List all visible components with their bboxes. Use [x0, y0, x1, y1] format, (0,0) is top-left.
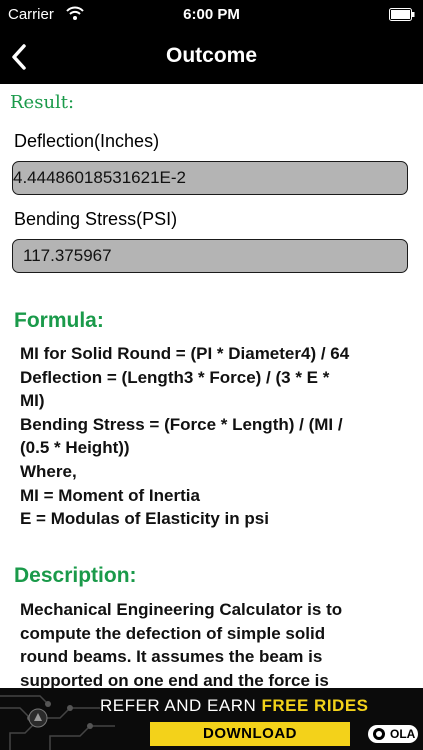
description-line: round beams. It assumes the beam is	[20, 647, 323, 667]
formula-line: E = Modulas of Elasticity in psi	[20, 509, 269, 529]
result-heading: Result:	[10, 92, 75, 113]
description-line: Mechanical Engineering Calculator is to	[20, 600, 343, 619]
formula-line: Deflection = (Length3 * Force) / (3 * E …	[20, 367, 330, 387]
formula-line: MI)	[20, 391, 45, 411]
formula-line: MI = Moment of Inertia	[20, 485, 200, 505]
ola-brand-text: OLA	[390, 727, 416, 741]
ad-text-highlight: FREE RIDES	[261, 696, 369, 715]
ad-banner[interactable]: REFER AND EARN FREE RIDES DOWNLOAD OLA	[0, 688, 423, 750]
description-heading: Description:	[14, 564, 137, 587]
page-title: Outcome	[165, 44, 257, 67]
formula-line: (0.5 * Height))	[20, 438, 130, 458]
formula-line: Where,	[20, 461, 77, 481]
battery-icon	[389, 8, 415, 21]
description-line: compute the defection of simple solid	[20, 623, 326, 643]
ad-headline: REFER AND EARN FREE RIDES	[100, 696, 369, 716]
bending-stress-label: Bending Stress(PSI)	[14, 209, 178, 229]
ad-download-button[interactable]: DOWNLOAD	[150, 722, 350, 746]
status-bar: Carrier 6:00 PM	[0, 0, 423, 30]
formula-line: Bending Stress = (Force * Length) / (MI …	[20, 414, 343, 434]
description-text: Mechanical Engineering Calculator is to …	[20, 598, 400, 692]
status-time: 6:00 PM	[183, 6, 240, 23]
deflection-label: Deflection(Inches)	[14, 131, 160, 151]
deflection-field[interactable]: 4.44486018531621E-2	[12, 161, 408, 195]
ola-logo-icon[interactable]: OLA	[368, 725, 418, 743]
bending-stress-field[interactable]: 117.375967	[12, 239, 408, 273]
formula-line: MI for Solid Round = (PI * Diameter4) / …	[20, 344, 350, 363]
formula-text: MI for Solid Round = (PI * Diameter4) / …	[20, 342, 400, 531]
nav-bar: Outcome	[0, 30, 423, 84]
ad-text-prefix: REFER AND EARN	[100, 696, 257, 715]
formula-heading: Formula:	[14, 309, 104, 332]
